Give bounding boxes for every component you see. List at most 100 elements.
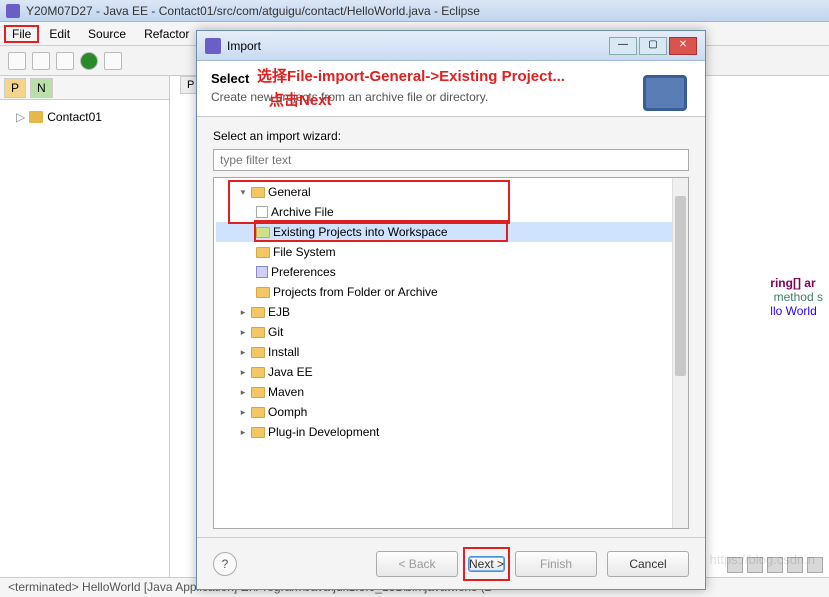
- tree-git[interactable]: ▸ Git: [216, 322, 686, 342]
- next-button-wrap: Next >: [468, 552, 505, 576]
- tree-plugin[interactable]: ▸ Plug-in Development: [216, 422, 686, 442]
- tree-javaee[interactable]: ▸ Java EE: [216, 362, 686, 382]
- dialog-body: Select an import wizard: ▾ General Archi…: [197, 117, 705, 537]
- sidebar-tabs: P N: [0, 76, 169, 100]
- wizard-label: Select an import wizard:: [213, 129, 689, 143]
- folder-icon: [256, 247, 270, 258]
- maximize-button[interactable]: ▢: [639, 37, 667, 55]
- minimize-button[interactable]: —: [609, 37, 637, 55]
- finish-button[interactable]: Finish: [515, 551, 597, 577]
- expand-icon[interactable]: ▸: [238, 427, 248, 437]
- expand-icon[interactable]: ▾: [238, 187, 248, 197]
- dialog-icon: [205, 38, 221, 54]
- bi-3[interactable]: [767, 557, 783, 573]
- tree-existing-projects[interactable]: Existing Projects into Workspace: [216, 222, 686, 242]
- folder-icon: [251, 367, 265, 378]
- file-icon: [256, 206, 268, 218]
- tb-save[interactable]: [32, 52, 50, 70]
- bottom-toolbar: [727, 557, 823, 573]
- bi-5[interactable]: [807, 557, 823, 573]
- sidebar-body: ▷ Contact01: [0, 100, 169, 597]
- close-button[interactable]: ✕: [669, 37, 697, 55]
- tree-oomph[interactable]: ▸ Oomph: [216, 402, 686, 422]
- help-button[interactable]: ?: [213, 552, 237, 576]
- tree-install[interactable]: ▸ Install: [216, 342, 686, 362]
- import-graphic-icon: [643, 75, 687, 111]
- folder-icon: [256, 287, 270, 298]
- menu-source[interactable]: Source: [80, 25, 134, 43]
- folder-icon: [251, 327, 265, 338]
- code-frag-1: ring[] ar: [770, 276, 823, 290]
- tree-label: Java EE: [268, 365, 313, 379]
- window-title: Y20M07D27 - Java EE - Contact01/src/com/…: [26, 4, 480, 18]
- tree-archive-file[interactable]: Archive File: [216, 202, 686, 222]
- expand-icon[interactable]: ▸: [238, 327, 248, 337]
- tree-label: Git: [268, 325, 283, 339]
- menu-file[interactable]: File: [4, 25, 39, 43]
- dialog-title: Import: [227, 39, 261, 53]
- tree-maven[interactable]: ▸ Maven: [216, 382, 686, 402]
- code-frag-2: method s: [770, 290, 823, 304]
- eclipse-icon: [6, 4, 20, 18]
- tree-scrollbar[interactable]: [672, 178, 688, 528]
- tree-label: EJB: [268, 305, 290, 319]
- menu-edit[interactable]: Edit: [41, 25, 78, 43]
- code-frag-3: llo World: [770, 304, 823, 318]
- expand-icon[interactable]: ▸: [238, 387, 248, 397]
- folder-icon: [251, 407, 265, 418]
- dialog-title-bar[interactable]: Import — ▢ ✕: [197, 31, 705, 61]
- tab-p[interactable]: P: [4, 78, 26, 98]
- tree-ejb[interactable]: ▸ EJB: [216, 302, 686, 322]
- tree-preferences[interactable]: Preferences: [216, 262, 686, 282]
- tree-label: Oomph: [268, 405, 307, 419]
- tree-label: Archive File: [271, 205, 334, 219]
- folder-icon: [29, 111, 43, 123]
- tree-label: File System: [273, 245, 336, 259]
- tree-label: Preferences: [271, 265, 336, 279]
- folder-icon: [251, 387, 265, 398]
- folder-icon: [251, 427, 265, 438]
- bi-4[interactable]: [787, 557, 803, 573]
- preferences-icon: [256, 266, 268, 278]
- tree-projects-folder[interactable]: Projects from Folder or Archive: [216, 282, 686, 302]
- dialog-header: Select Create new projects from an archi…: [197, 61, 705, 117]
- tb-open[interactable]: [56, 52, 74, 70]
- tb-new[interactable]: [8, 52, 26, 70]
- dialog-footer: ? < Back Next > Finish Cancel: [197, 537, 705, 589]
- folder-icon: [251, 307, 265, 318]
- tb-debug[interactable]: [104, 52, 122, 70]
- project-label: Contact01: [47, 110, 102, 124]
- tree-label: Projects from Folder or Archive: [273, 285, 438, 299]
- expand-icon[interactable]: ▸: [238, 367, 248, 377]
- next-button[interactable]: Next >: [468, 556, 505, 572]
- tree-label: Existing Projects into Workspace: [273, 225, 448, 239]
- wizard-tree[interactable]: ▾ General Archive File Existing Projects…: [213, 177, 689, 529]
- header-desc: Create new projects from an archive file…: [211, 90, 691, 104]
- folder-icon: [251, 187, 265, 198]
- bi-2[interactable]: [747, 557, 763, 573]
- filter-input[interactable]: [213, 149, 689, 171]
- tree-file-system[interactable]: File System: [216, 242, 686, 262]
- import-dialog: Import — ▢ ✕ Select Create new projects …: [196, 30, 706, 590]
- project-node[interactable]: ▷ Contact01: [6, 108, 163, 126]
- menu-refactor[interactable]: Refactor: [136, 25, 197, 43]
- expand-icon[interactable]: ▸: [238, 307, 248, 317]
- project-icon: [256, 227, 270, 238]
- scroll-thumb[interactable]: [675, 196, 686, 376]
- tree-label: Install: [268, 345, 299, 359]
- header-title: Select: [211, 71, 691, 86]
- tb-run[interactable]: [80, 52, 98, 70]
- bi-1[interactable]: [727, 557, 743, 573]
- tab-n[interactable]: N: [30, 78, 53, 98]
- back-button[interactable]: < Back: [376, 551, 458, 577]
- tree-general[interactable]: ▾ General: [216, 182, 686, 202]
- project-explorer: P N ▷ Contact01: [0, 76, 170, 597]
- cancel-button[interactable]: Cancel: [607, 551, 689, 577]
- expand-icon[interactable]: ▸: [238, 347, 248, 357]
- tree-label: Maven: [268, 385, 304, 399]
- window-title-bar: Y20M07D27 - Java EE - Contact01/src/com/…: [0, 0, 829, 22]
- folder-icon: [251, 347, 265, 358]
- expand-icon[interactable]: ▸: [238, 407, 248, 417]
- tree-label: Plug-in Development: [268, 425, 379, 439]
- tree-label: General: [268, 185, 311, 199]
